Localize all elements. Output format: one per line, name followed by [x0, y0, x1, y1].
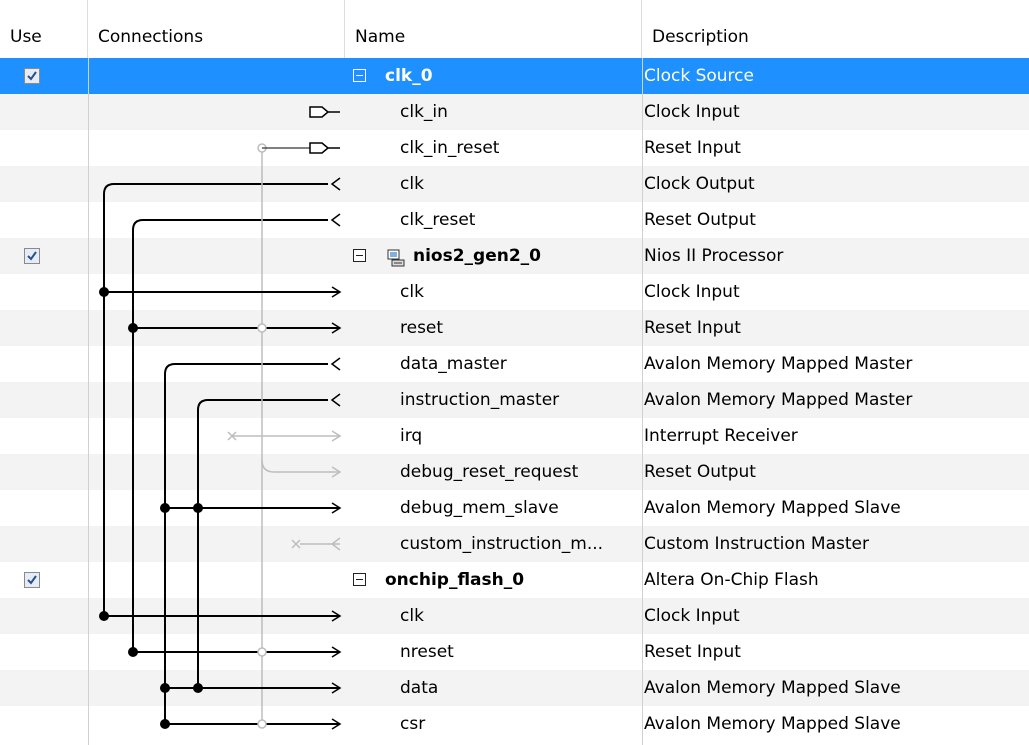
description-cell: Reset Input [644, 318, 741, 338]
name-cell: data_master [345, 346, 640, 382]
port-row[interactable]: data_master Avalon Memory Mapped Master [0, 346, 1029, 382]
name-cell: instruction_master [345, 382, 640, 418]
name-cell: debug_mem_slave [345, 490, 640, 526]
component-name: clk_0 [385, 66, 433, 86]
port-name: nreset [400, 642, 454, 662]
description-cell: Reset Input [644, 642, 741, 662]
description-cell: Avalon Memory Mapped Slave [644, 498, 901, 518]
port-name: clk [400, 282, 424, 302]
description-cell: Avalon Memory Mapped Master [644, 390, 913, 410]
name-cell: custom_instruction_m... [345, 526, 640, 562]
component-name: onchip_flash_0 [385, 570, 525, 590]
name-cell: debug_reset_request [345, 454, 640, 490]
collapse-icon[interactable] [353, 573, 366, 586]
port-name: reset [400, 318, 444, 338]
use-checkbox[interactable] [24, 572, 40, 588]
port-row[interactable]: debug_mem_slave Avalon Memory Mapped Slav… [0, 490, 1029, 526]
column-header-connections[interactable]: Connections [88, 0, 345, 58]
description-cell: Avalon Memory Mapped Master [644, 354, 913, 374]
port-name: custom_instruction_m... [400, 534, 604, 554]
collapse-icon[interactable] [353, 249, 366, 262]
port-name: clk [400, 606, 424, 626]
port-name: data_master [400, 354, 507, 374]
port-row[interactable]: clk Clock Input [0, 274, 1029, 310]
port-row[interactable]: clk Clock Output [0, 166, 1029, 202]
port-row[interactable]: reset Reset Input [0, 310, 1029, 346]
description-cell: Reset Output [644, 210, 756, 230]
component-name: nios2_gen2_0 [413, 246, 542, 266]
port-row[interactable]: clk Clock Input [0, 598, 1029, 634]
component-row[interactable]: clk_0 Clock Source [0, 58, 1029, 94]
port-name: clk_reset [400, 210, 476, 230]
port-name: csr [400, 714, 426, 734]
port-row[interactable]: data Avalon Memory Mapped Slave [0, 670, 1029, 706]
port-row[interactable]: csr Avalon Memory Mapped Slave [0, 706, 1029, 742]
name-cell: nios2_gen2_0 [345, 238, 640, 274]
description-cell: Interrupt Receiver [644, 426, 798, 446]
port-name: irq [400, 426, 423, 446]
port-name: debug_mem_slave [400, 498, 559, 518]
port-row[interactable]: custom_instruction_m... Custom Instructio… [0, 526, 1029, 562]
component-row[interactable]: onchip_flash_0 Altera On-Chip Flash [0, 562, 1029, 598]
port-name: clk [400, 174, 424, 194]
port-row[interactable]: debug_reset_request Reset Output [0, 454, 1029, 490]
name-cell: clk [345, 166, 640, 202]
connections-table: Use Connections Name Description clk_0 Cl… [0, 0, 1029, 745]
description-cell: Clock Input [644, 606, 740, 626]
description-cell: Avalon Memory Mapped Slave [644, 678, 901, 698]
component-row[interactable]: nios2_gen2_0 Nios II Processor [0, 238, 1029, 274]
column-header-description[interactable]: Description [642, 0, 1029, 58]
description-cell: Clock Source [644, 66, 754, 86]
port-name: clk_in_reset [400, 138, 500, 158]
description-cell: Avalon Memory Mapped Slave [644, 714, 901, 734]
description-cell: Clock Output [644, 174, 755, 194]
name-cell: nreset [345, 634, 640, 670]
use-checkbox[interactable] [24, 68, 40, 84]
port-row[interactable]: clk_in Clock Input [0, 94, 1029, 130]
name-cell: clk_in_reset [345, 130, 640, 166]
name-cell: clk [345, 274, 640, 310]
column-divider [88, 58, 89, 745]
name-cell: clk_in [345, 94, 640, 130]
port-name: instruction_master [400, 390, 560, 410]
name-cell: onchip_flash_0 [345, 562, 640, 598]
port-row[interactable]: instruction_master Avalon Memory Mapped M… [0, 382, 1029, 418]
column-header-use[interactable]: Use [0, 0, 88, 58]
port-name: debug_reset_request [400, 462, 579, 482]
column-header-name[interactable]: Name [345, 0, 642, 58]
description-cell: Altera On-Chip Flash [644, 570, 819, 590]
description-cell: Reset Input [644, 138, 741, 158]
name-cell: csr [345, 706, 640, 742]
table-header: Use Connections Name Description [0, 0, 1029, 59]
description-cell: Nios II Processor [644, 246, 784, 266]
port-name: data [400, 678, 439, 698]
name-cell: reset [345, 310, 640, 346]
port-row[interactable]: irq Interrupt Receiver [0, 418, 1029, 454]
port-name: clk_in [400, 102, 448, 122]
description-cell: Clock Input [644, 282, 740, 302]
column-divider [642, 58, 643, 745]
description-cell: Reset Output [644, 462, 756, 482]
name-cell: clk [345, 598, 640, 634]
description-cell: Custom Instruction Master [644, 534, 869, 554]
name-cell: data [345, 670, 640, 706]
collapse-icon[interactable] [353, 69, 366, 82]
name-cell: clk_0 [345, 58, 640, 94]
cpu-icon [386, 245, 406, 274]
name-cell: clk_reset [345, 202, 640, 238]
port-row[interactable]: nreset Reset Input [0, 634, 1029, 670]
port-row[interactable]: clk_in_reset Reset Input [0, 130, 1029, 166]
description-cell: Clock Input [644, 102, 740, 122]
name-cell: irq [345, 418, 640, 454]
port-row[interactable]: clk_reset Reset Output [0, 202, 1029, 238]
use-checkbox[interactable] [24, 248, 40, 264]
